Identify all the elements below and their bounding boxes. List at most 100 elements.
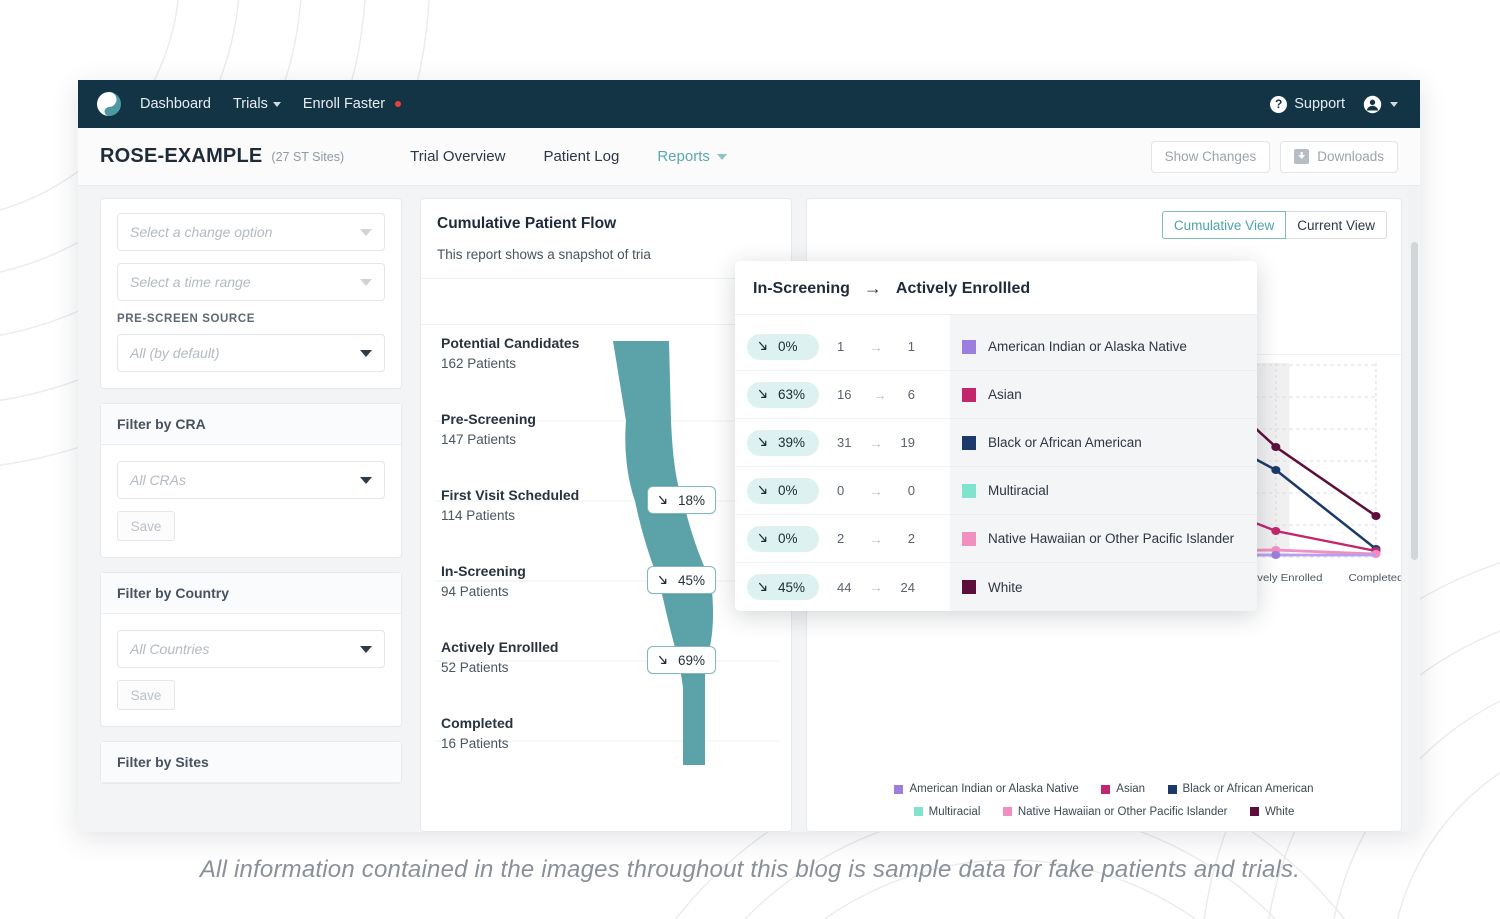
- count-to: 19: [901, 435, 915, 450]
- legend-label: Multiracial: [929, 801, 981, 823]
- arrow-right-icon: →: [869, 435, 883, 451]
- trend-down-icon: [758, 436, 771, 449]
- filter-by-country-card: Filter by Country All Countries Save: [100, 572, 402, 727]
- dropoff-percent: 45%: [678, 573, 705, 588]
- funnel-dropoff-badge[interactable]: 45%: [647, 566, 716, 594]
- account-menu[interactable]: [1363, 95, 1398, 114]
- country-select[interactable]: All Countries: [117, 630, 385, 668]
- popup-counts: 2 → 2: [819, 531, 929, 547]
- funnel-stage: In-Screening 94 Patients: [441, 563, 579, 599]
- save-country-button[interactable]: Save: [117, 680, 175, 710]
- arrow-right-icon: →: [869, 579, 883, 595]
- filters-sidebar: Select a change option Select a time ran…: [78, 186, 418, 832]
- count-from: 31: [837, 435, 851, 450]
- popup-row: 39% 31 → 19: [735, 419, 950, 467]
- current-view-tab[interactable]: Current View: [1286, 211, 1387, 239]
- legend-label: Asian: [988, 387, 1022, 402]
- popup-row: 0% 1 → 1: [735, 323, 950, 371]
- tab-patient-log[interactable]: Patient Log: [543, 148, 619, 165]
- site-count: (27 ST Sites): [271, 150, 344, 164]
- tab-trial-overview[interactable]: Trial Overview: [410, 148, 505, 165]
- legend-label: Black or African American: [1183, 778, 1314, 800]
- dropoff-percent: 45%: [778, 580, 805, 595]
- popup-counts: 16 → 6: [819, 387, 929, 403]
- time-range-select[interactable]: Select a time range: [117, 263, 385, 301]
- nav-item-trials[interactable]: Trials: [233, 96, 281, 112]
- legend-item[interactable]: Black or African American: [1168, 778, 1314, 800]
- show-changes-button[interactable]: Show Changes: [1151, 141, 1271, 173]
- legend-swatch: [1250, 807, 1259, 816]
- popup-row: 45% 44 → 24: [735, 563, 950, 611]
- trend-down-icon: [758, 484, 771, 497]
- chevron-down-icon: [360, 646, 372, 653]
- filter-by-sites-card: Filter by Sites: [100, 741, 402, 784]
- legend-label: Black or African American: [988, 435, 1142, 450]
- count-to: 6: [908, 387, 915, 402]
- funnel-dropoff-badge[interactable]: 69%: [647, 646, 716, 674]
- cra-select[interactable]: All CRAs: [117, 461, 385, 499]
- nav-item-enroll-faster[interactable]: Enroll Faster: [303, 96, 401, 112]
- support-button[interactable]: ? Support: [1270, 96, 1345, 113]
- popup-counts: 1 → 1: [819, 339, 929, 355]
- filter-by-sites-title: Filter by Sites: [101, 742, 401, 783]
- popup-counts: 31 → 19: [819, 435, 929, 451]
- legend-swatch: [1003, 807, 1012, 816]
- popup-legend-row: White: [950, 563, 1257, 611]
- legend-item[interactable]: Native Hawaiian or Other Pacific Islande…: [1003, 801, 1228, 823]
- change-option-placeholder: Select a change option: [130, 224, 272, 240]
- stage-count: 114 Patients: [441, 508, 579, 523]
- downloads-button[interactable]: Downloads: [1280, 141, 1398, 173]
- trend-down-icon: [758, 340, 771, 353]
- filter-by-country-title: Filter by Country: [101, 573, 401, 614]
- logo-icon[interactable]: [94, 89, 124, 119]
- legend-item[interactable]: American Indian or Alaska Native: [894, 778, 1078, 800]
- stage-transition-popup: In-Screening → Actively Enrollled 0% 1 →…: [735, 261, 1257, 611]
- nav-item-dashboard[interactable]: Dashboard: [140, 96, 211, 112]
- popup-to-stage: Actively Enrollled: [896, 280, 1030, 298]
- legend-label: Multiracial: [988, 483, 1049, 498]
- popup-row: 0% 0 → 0: [735, 467, 950, 515]
- count-from: 0: [837, 483, 844, 498]
- cumulative-view-tab[interactable]: Cumulative View: [1162, 211, 1286, 239]
- filter-by-cra-card: Filter by CRA All CRAs Save: [100, 403, 402, 558]
- scrollbar-thumb[interactable]: [1411, 242, 1418, 560]
- legend-item[interactable]: Multiracial: [914, 801, 981, 823]
- count-to: 2: [908, 531, 915, 546]
- popup-body: 0% 1 → 1 63% 16 → 6: [735, 315, 1257, 611]
- dropoff-percent: 63%: [778, 387, 805, 402]
- arrow-right-icon: →: [869, 339, 883, 355]
- legend-swatch: [962, 340, 976, 354]
- image-caption: All information contained in the images …: [0, 856, 1500, 884]
- stage-count: 94 Patients: [441, 584, 579, 599]
- chevron-down-icon: [1390, 102, 1398, 107]
- cra-placeholder: All CRAs: [130, 472, 186, 488]
- popup-header: In-Screening → Actively Enrollled: [735, 261, 1257, 315]
- trend-down-icon: [658, 574, 671, 587]
- dropoff-pill: 63%: [747, 382, 819, 408]
- funnel-dropoff-badge[interactable]: 18%: [647, 486, 716, 514]
- change-option-select[interactable]: Select a change option: [117, 213, 385, 251]
- funnel-panel-title: Cumulative Patient Flow: [421, 199, 791, 247]
- pre-screen-source-select[interactable]: All (by default): [117, 334, 385, 372]
- funnel-stage: Actively Enrollled 52 Patients: [441, 639, 579, 675]
- trend-down-icon: [658, 654, 671, 667]
- legend-swatch: [894, 785, 903, 794]
- legend-swatch: [962, 388, 976, 402]
- popup-counts: 44 → 24: [819, 579, 929, 595]
- funnel-stage: Potential Candidates 162 Patients: [441, 335, 579, 371]
- legend-label: American Indian or Alaska Native: [909, 778, 1078, 800]
- save-cra-button[interactable]: Save: [117, 511, 175, 541]
- dropoff-percent: 39%: [778, 435, 805, 450]
- header-actions: Show Changes Downloads: [1151, 141, 1398, 173]
- legend-item[interactable]: White: [1250, 801, 1294, 823]
- tab-reports[interactable]: Reports: [657, 148, 727, 165]
- legend-swatch: [962, 484, 976, 498]
- popup-legend-row: Native Hawaiian or Other Pacific Islande…: [950, 515, 1257, 563]
- dropoff-percent: 0%: [778, 339, 798, 354]
- legend-swatch: [962, 436, 976, 450]
- support-label: Support: [1294, 96, 1345, 112]
- legend-item[interactable]: Asian: [1101, 778, 1145, 800]
- popup-from-stage: In-Screening: [753, 280, 850, 298]
- show-changes-label: Show Changes: [1165, 149, 1257, 164]
- chevron-down-icon: [360, 350, 372, 357]
